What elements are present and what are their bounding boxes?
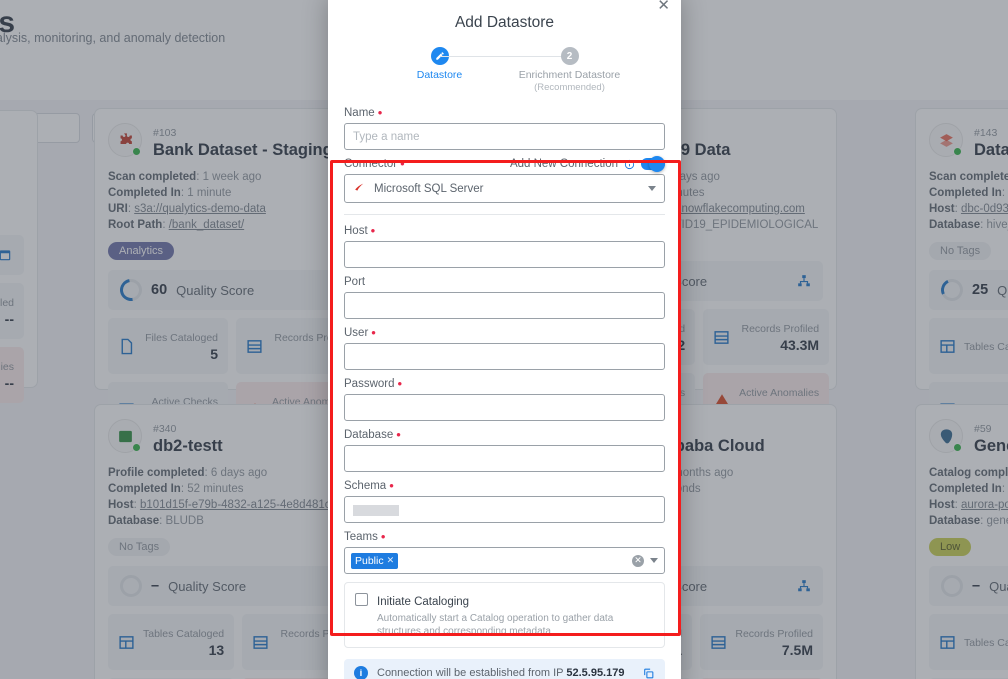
required-marker: • [397, 376, 403, 391]
connection-ip-info: i Connection will be established from IP… [344, 659, 665, 679]
connector-select[interactable]: Microsoft SQL Server [344, 174, 665, 203]
name-label: Name [344, 107, 375, 119]
step-sublabel: (Recommended) [534, 82, 605, 93]
add-new-connection-toggle[interactable] [641, 156, 665, 172]
required-marker: • [370, 223, 376, 238]
initiate-cataloging-card[interactable]: Initiate Cataloging Automatically start … [344, 582, 665, 648]
step-label: Datastore [416, 69, 463, 81]
teams-select[interactable]: Public ✕ ✕ [344, 547, 665, 574]
password-label: Password [344, 378, 395, 390]
info-icon[interactable] [624, 159, 635, 170]
connector-label: Connector [344, 158, 398, 170]
modal-title: Add Datastore [454, 14, 555, 31]
field-teams: Teams • Public ✕ ✕ [344, 529, 665, 574]
field-port: Port [344, 276, 665, 319]
info-icon: i [354, 666, 368, 679]
info-text: Connection will be established from IP [377, 667, 564, 679]
required-marker: • [389, 478, 394, 493]
add-new-connection-label: Add New Connection [509, 158, 618, 170]
initiate-cataloging-description: Automatically start a Catalog operation … [377, 613, 614, 637]
initiate-cataloging-checkbox[interactable] [355, 593, 368, 606]
database-label: Database [344, 429, 394, 441]
clear-all-icon[interactable]: ✕ [632, 554, 644, 567]
chevron-down-icon [648, 186, 656, 191]
required-marker: • [377, 105, 383, 120]
user-label: User [344, 327, 369, 339]
close-icon[interactable]: ✕ [657, 0, 670, 13]
sqlserver-icon [355, 183, 364, 193]
password-input[interactable] [344, 394, 665, 421]
field-database: Database • [344, 427, 665, 472]
schema-label: Schema [344, 480, 387, 492]
connector-header: Connector • Add New Connection [344, 156, 665, 172]
field-name: Name • [344, 105, 665, 150]
chip-close-icon[interactable]: ✕ [387, 555, 395, 566]
field-password: Password • [344, 376, 665, 421]
team-chip[interactable]: Public ✕ [351, 552, 399, 569]
user-input[interactable] [344, 343, 665, 370]
step-number: 2 [560, 47, 579, 65]
connector-value: Microsoft SQL Server [374, 182, 484, 195]
required-marker: • [380, 529, 386, 544]
initiate-cataloging-title: Initiate Cataloging [377, 596, 470, 608]
divider [344, 214, 665, 215]
required-marker: • [371, 325, 376, 340]
step-label: Enrichment Datastore [518, 69, 621, 81]
copy-icon[interactable] [642, 667, 655, 679]
required-marker: • [400, 156, 405, 171]
chevron-down-icon[interactable] [650, 558, 658, 563]
datastore-form: Name• Connector• Add New Connection Micr… [328, 93, 681, 648]
host-input[interactable] [344, 241, 665, 268]
team-chip-label: Public [355, 554, 384, 567]
field-schema: Schema • [344, 478, 665, 523]
name-input[interactable] [344, 123, 665, 150]
info-ip: 52.5.95.179 [566, 667, 625, 679]
field-host: Host • [344, 223, 665, 268]
schema-input[interactable] [344, 496, 665, 523]
host-label: Host [344, 225, 368, 237]
port-label: Port [344, 276, 366, 288]
required-marker: • [396, 427, 401, 442]
stepper: Datastore 2 Enrichment Datastore (Recomm… [328, 32, 681, 93]
port-input[interactable] [344, 292, 665, 319]
step-datastore[interactable]: Datastore [375, 47, 570, 82]
teams-label: Teams [344, 531, 378, 543]
database-input[interactable] [344, 445, 665, 472]
step-enrichment-datastore[interactable]: 2 Enrichment Datastore (Recommended) [505, 47, 635, 93]
field-user: User • [344, 325, 665, 370]
add-datastore-modal: ✕ Add Datastore Datastore 2 Enrichment D… [328, 0, 681, 679]
